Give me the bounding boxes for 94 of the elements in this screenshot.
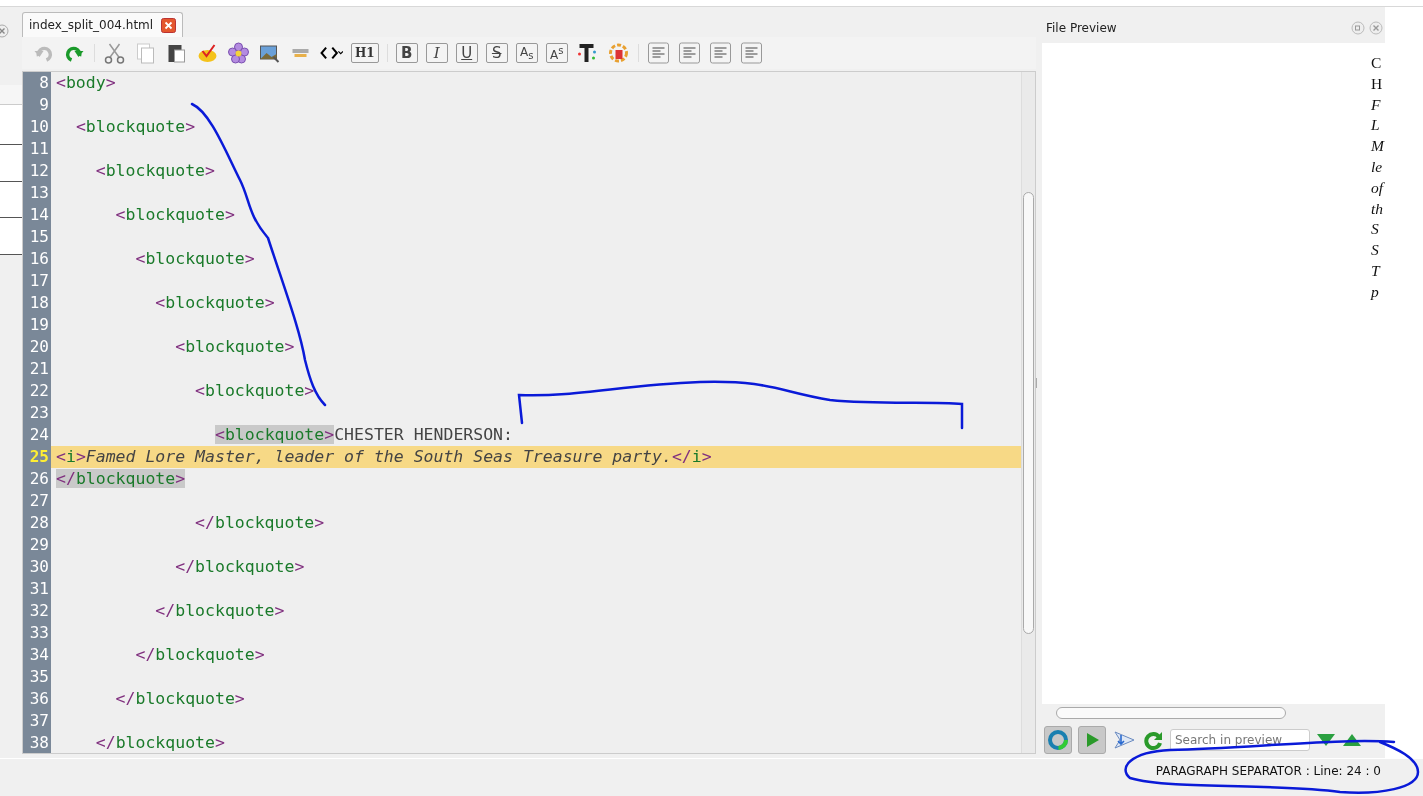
close-icon[interactable] <box>161 17 177 33</box>
file-tab[interactable]: index_split_004.html <box>22 12 184 37</box>
html-tag: </blockquote> <box>56 512 325 534</box>
line-number: 30 <box>23 556 51 578</box>
close-icon[interactable] <box>1369 21 1383 35</box>
line-number: 15 <box>23 226 51 248</box>
format-button[interactable]: B <box>395 43 418 63</box>
align-icon[interactable] <box>646 42 670 64</box>
html-tag: <blockquote> <box>56 160 215 182</box>
status-text: PARAGRAPH SEPARATOR : Line: 24 : 0 <box>1155 763 1381 779</box>
line-number: 26 <box>23 468 51 490</box>
html-tag: <blockquote> <box>56 292 275 314</box>
play-button[interactable] <box>1078 726 1106 754</box>
line-number: 21 <box>23 358 51 380</box>
preview-text: L <box>1371 115 1381 136</box>
preview-text: F <box>1371 94 1382 115</box>
html-tag: </blockquote> <box>56 688 245 710</box>
preview-text: H <box>1371 73 1384 94</box>
html-tag: </blockquote> <box>56 468 186 490</box>
align-icon[interactable] <box>708 42 732 64</box>
ring-icon <box>1048 730 1068 750</box>
panel-title: File Preview <box>1046 21 1118 35</box>
html-tag: <blockquote> <box>56 336 295 358</box>
line-number: 24 <box>23 424 51 446</box>
line-number: 17 <box>23 270 51 292</box>
line-number: 22 <box>23 380 51 402</box>
line-number: 34 <box>23 644 51 666</box>
refresh-icon[interactable] <box>1142 729 1164 751</box>
code-text: Famed Lore Master, leader of the South Seas Treasure party. <box>85 446 672 468</box>
line-number: 19 <box>23 314 51 336</box>
line-number: 18 <box>23 292 51 314</box>
scrollbar[interactable] <box>1021 72 1035 753</box>
html-tag: <blockquote> <box>56 204 235 226</box>
line-number: 36 <box>23 688 51 710</box>
preview-text: M <box>1371 136 1385 157</box>
send-icon[interactable] <box>1112 729 1136 751</box>
preview-text: S <box>1371 219 1380 240</box>
line-number: 33 <box>23 622 51 644</box>
align-icon[interactable] <box>677 42 701 64</box>
html-tag: </blockquote> <box>56 644 265 666</box>
html-tag: <i> <box>56 446 86 468</box>
format-button[interactable]: A$_{s}$ <box>515 43 538 63</box>
float-icon[interactable] <box>1351 21 1365 35</box>
preview-text: p <box>1371 281 1380 302</box>
line-number: 11 <box>23 138 51 160</box>
up-arrow-icon[interactable] <box>1342 733 1362 747</box>
line-number: 32 <box>23 600 51 622</box>
preview-text: le <box>1371 157 1384 177</box>
line-number: 9 <box>23 94 51 116</box>
copy-icon[interactable] <box>134 42 157 64</box>
line-number: 23 <box>23 402 51 424</box>
line-number: 25 <box>23 446 51 468</box>
line-number: 13 <box>23 182 51 204</box>
format-button[interactable]: A$^{s}$ <box>545 43 568 63</box>
line-number: 28 <box>23 512 51 534</box>
format-button[interactable]: I <box>425 43 448 63</box>
line-number: 14 <box>23 204 51 226</box>
text-color-icon[interactable] <box>575 42 599 64</box>
preview-text: of <box>1371 177 1385 198</box>
preview-text: C <box>1371 53 1383 73</box>
html-tag: <body> <box>56 72 116 94</box>
line-number: 10 <box>23 116 51 138</box>
html-tag: <blockquote> <box>56 424 335 446</box>
flower-icon[interactable] <box>227 42 250 64</box>
html-tag: </i> <box>671 446 712 468</box>
html-tag: </blockquote> <box>56 556 305 578</box>
line-number: 8 <box>23 72 51 94</box>
html-tag: </blockquote> <box>56 732 225 753</box>
html-tag: <blockquote> <box>56 248 255 270</box>
html-tag: <blockquote> <box>56 380 315 402</box>
preview-text: T <box>1371 260 1382 281</box>
line-number: 20 <box>23 336 51 358</box>
html-tag: <blockquote> <box>56 116 196 138</box>
spellcheck-icon[interactable] <box>196 42 219 64</box>
format-button[interactable]: U <box>455 43 478 63</box>
line-number: 12 <box>23 160 51 182</box>
heading-button[interactable]: H1 <box>351 43 379 63</box>
line-number: 38 <box>23 732 51 753</box>
line-number: 31 <box>23 578 51 600</box>
line-number: 16 <box>23 248 51 270</box>
scissors-icon[interactable] <box>103 42 126 64</box>
preview-text: th <box>1371 198 1385 219</box>
inspect-button[interactable] <box>1044 726 1072 754</box>
image-icon[interactable] <box>258 42 281 64</box>
down-arrow-icon[interactable] <box>1316 733 1336 747</box>
line-number: 37 <box>23 710 51 732</box>
line-number: 27 <box>23 490 51 512</box>
html-tag: </blockquote> <box>56 600 285 622</box>
line-number: 35 <box>23 666 51 688</box>
code-text: CHESTER HENDERSON: <box>334 424 513 446</box>
align-icon[interactable] <box>739 42 763 64</box>
preview-text: S <box>1371 240 1380 261</box>
palette-icon[interactable] <box>606 42 630 64</box>
line-number: 29 <box>23 534 51 556</box>
